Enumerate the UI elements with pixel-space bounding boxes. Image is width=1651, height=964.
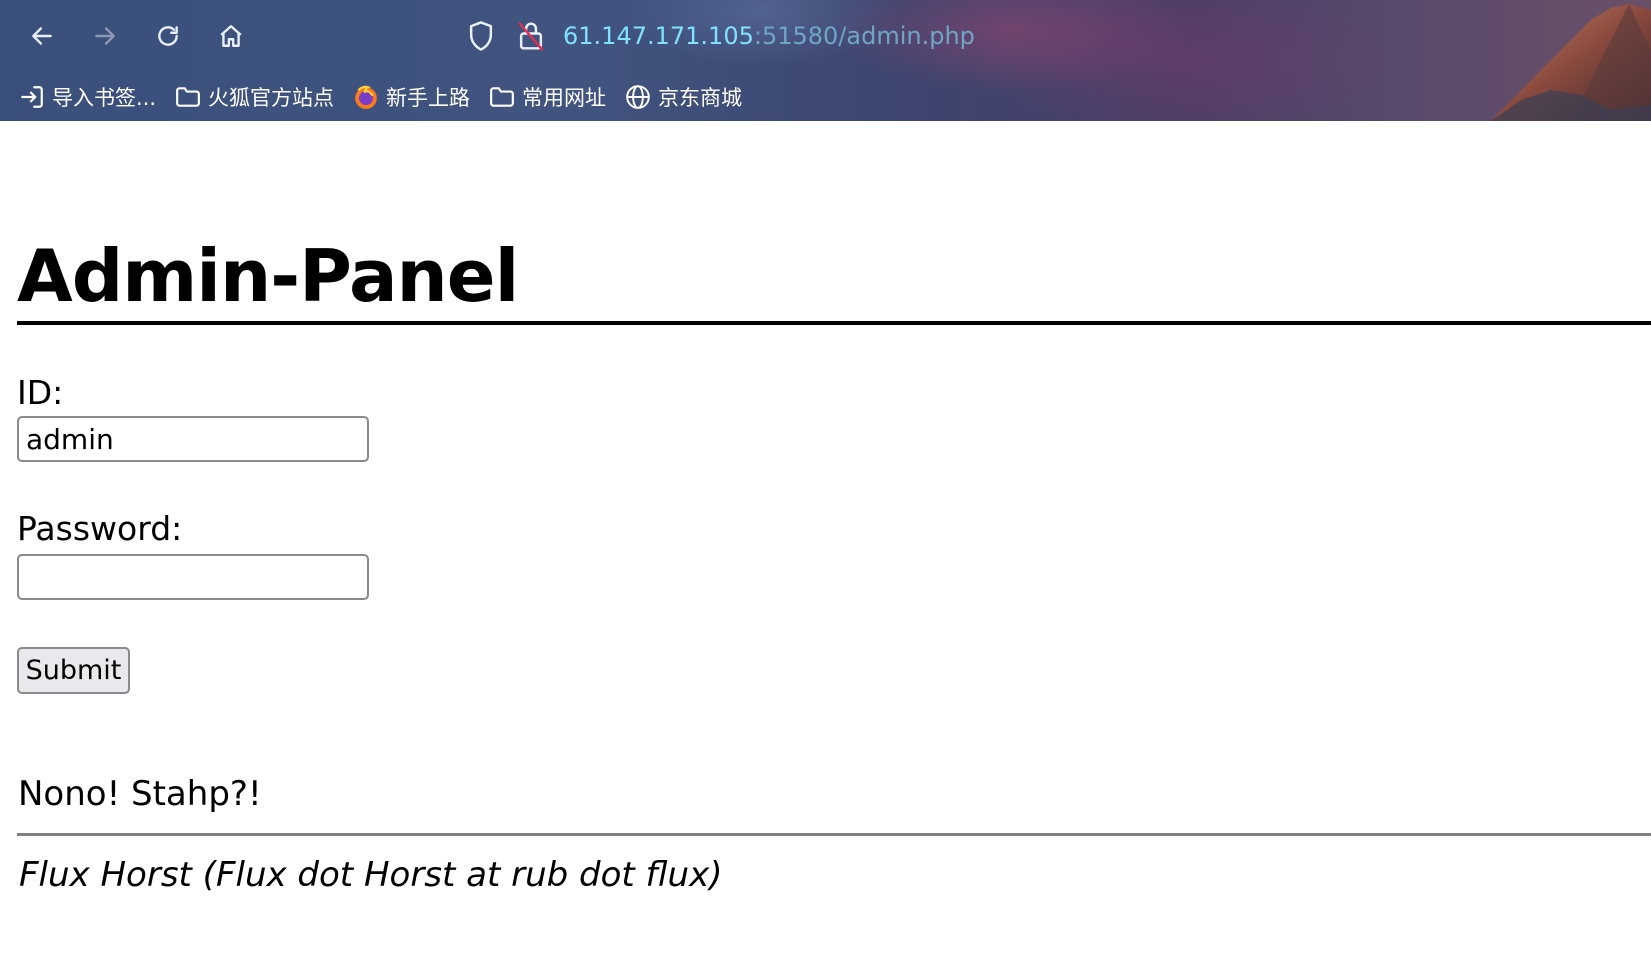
submit-button[interactable]: Submit bbox=[17, 647, 130, 694]
bookmark-label: 导入书签... bbox=[52, 86, 157, 110]
bookmark-label: 常用网址 bbox=[522, 86, 607, 110]
footer-divider bbox=[17, 833, 1651, 836]
bookmarks-toolbar: 导入书签... 火狐官方站点 新手上路 常用网址 京东商城 bbox=[18, 80, 760, 114]
bookmark-firefox-official[interactable]: 火狐官方站点 bbox=[174, 80, 334, 114]
tracking-protection-shield-icon[interactable] bbox=[466, 20, 496, 52]
bookmark-common-sites[interactable]: 常用网址 bbox=[488, 80, 606, 114]
forward-arrow-icon bbox=[95, 27, 115, 45]
folder-icon bbox=[174, 83, 202, 111]
browser-toolbar: 61.147.171.105:51580/admin.php 导入书签... 火… bbox=[0, 0, 1651, 121]
folder-icon bbox=[488, 83, 516, 111]
url-host: 61.147.171.105 bbox=[563, 22, 754, 50]
title-divider bbox=[17, 321, 1651, 325]
home-button[interactable] bbox=[213, 18, 249, 54]
globe-icon bbox=[624, 83, 652, 111]
password-input[interactable] bbox=[17, 554, 369, 600]
status-message: Nono! Stahp?! bbox=[18, 774, 262, 814]
id-label: ID: bbox=[17, 373, 64, 412]
back-button[interactable] bbox=[24, 18, 60, 54]
bookmark-jd[interactable]: 京东商城 bbox=[624, 80, 742, 114]
firefox-icon bbox=[352, 83, 380, 111]
import-icon bbox=[18, 83, 46, 111]
reload-icon bbox=[158, 26, 178, 46]
id-input[interactable] bbox=[17, 416, 369, 462]
bookmark-label: 京东商城 bbox=[658, 86, 743, 110]
back-arrow-icon bbox=[32, 27, 52, 45]
page-title: Admin-Panel bbox=[17, 234, 519, 318]
password-label: Password: bbox=[17, 509, 183, 548]
bookmark-label: 新手上路 bbox=[386, 86, 471, 110]
url-path: :51580/admin.php bbox=[753, 22, 975, 50]
home-icon bbox=[220, 25, 242, 47]
reload-button[interactable] bbox=[150, 18, 186, 54]
bookmark-label: 火狐官方站点 bbox=[208, 86, 335, 110]
url-bar[interactable]: 61.147.171.105:51580/admin.php bbox=[563, 20, 975, 52]
insecure-lock-icon[interactable] bbox=[516, 20, 546, 52]
bookmark-import[interactable]: 导入书签... bbox=[18, 80, 156, 114]
footer-author: Flux Horst (Flux dot Horst at rub dot fl… bbox=[19, 855, 723, 895]
forward-button[interactable] bbox=[87, 18, 123, 54]
theme-mountain-image bbox=[1491, 4, 1651, 121]
bookmark-getting-started[interactable]: 新手上路 bbox=[352, 80, 470, 114]
